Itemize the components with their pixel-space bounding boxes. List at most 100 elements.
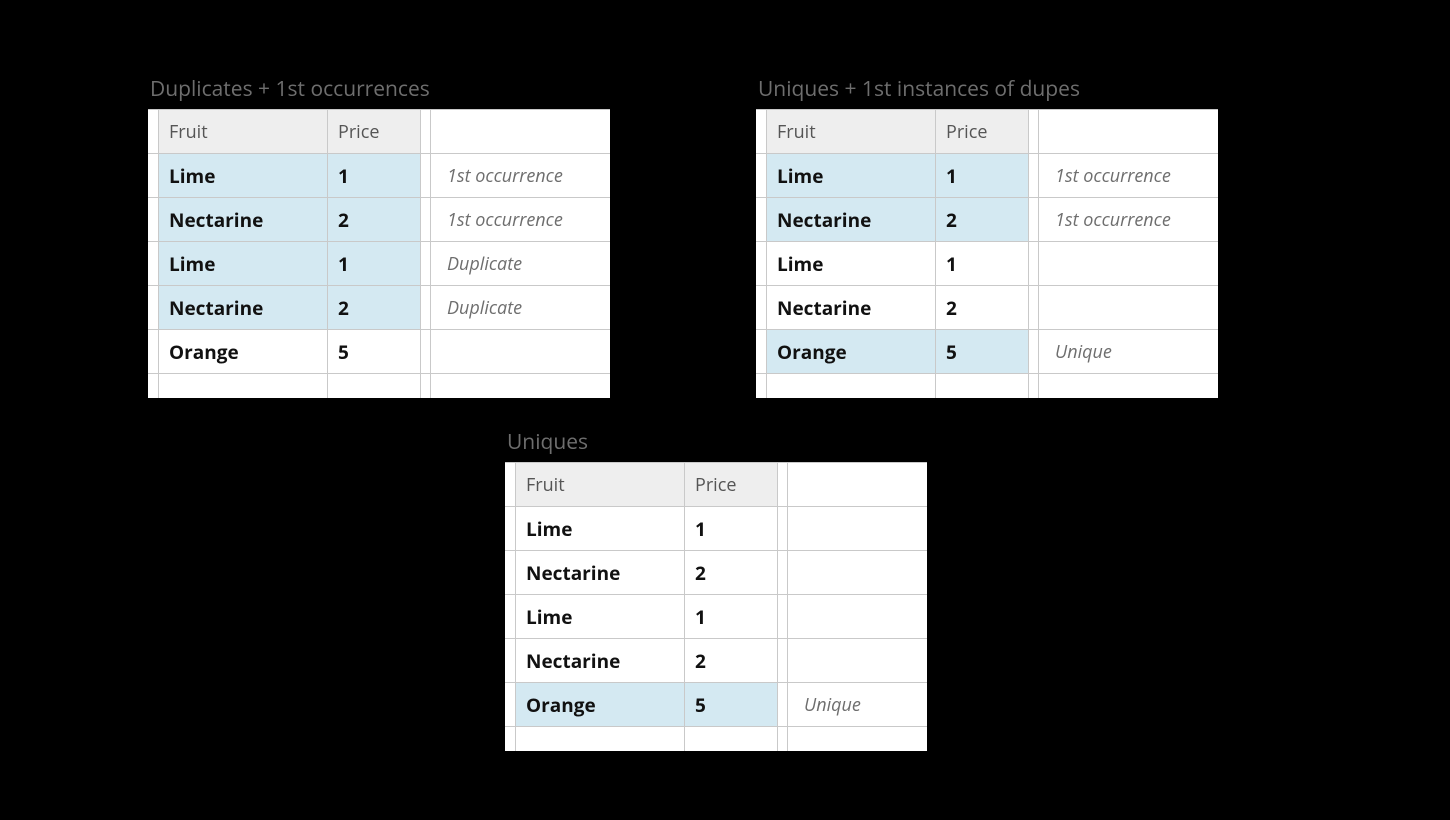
fruit-cell: Lime (158, 242, 327, 286)
price-cell: 1 (684, 507, 777, 551)
header-fruit: Fruit (766, 110, 935, 154)
fruit-cell: Nectarine (766, 286, 935, 330)
price-cell: 2 (327, 286, 420, 330)
note-cell (430, 330, 610, 374)
price-cell: 2 (684, 639, 777, 683)
fruit-cell: Lime (515, 507, 684, 551)
price-cell: 5 (327, 330, 420, 374)
gutter-cell (756, 110, 766, 154)
note-cell (787, 463, 927, 507)
gutter-cell (420, 198, 430, 242)
gutter-cell (515, 727, 684, 751)
gutter-cell (148, 198, 158, 242)
note-cell (787, 595, 927, 639)
gutter-cell (430, 374, 610, 398)
gutter-cell (1028, 330, 1038, 374)
price-cell: 5 (684, 683, 777, 727)
note-cell (787, 507, 927, 551)
gutter-cell (1038, 374, 1218, 398)
fruit-cell: Orange (515, 683, 684, 727)
note-cell: Duplicate (430, 286, 610, 330)
gutter-cell (420, 110, 430, 154)
gutter-cell (756, 330, 766, 374)
gutter-cell (505, 727, 515, 751)
gutter-cell (148, 374, 158, 398)
fruit-cell: Orange (158, 330, 327, 374)
header-fruit: Fruit (515, 463, 684, 507)
price-cell: 1 (935, 154, 1028, 198)
fruit-cell: Nectarine (158, 198, 327, 242)
gutter-cell (766, 374, 935, 398)
fruit-cell: Nectarine (515, 551, 684, 595)
price-cell: 1 (684, 595, 777, 639)
gutter-cell (148, 110, 158, 154)
note-cell: 1st occurrence (430, 198, 610, 242)
gutter-cell (684, 727, 777, 751)
fruit-cell: Nectarine (158, 286, 327, 330)
note-cell: 1st occurrence (1038, 198, 1218, 242)
gutter-cell (420, 286, 430, 330)
gutter-cell (787, 727, 927, 751)
gutter-cell (505, 639, 515, 683)
gutter-cell (1028, 374, 1038, 398)
table-title: Uniques (505, 428, 927, 456)
gutter-cell (148, 242, 158, 286)
spreadsheet-table: FruitPriceLime11st occurrenceNectarine21… (148, 109, 610, 398)
note-cell (1038, 286, 1218, 330)
gutter-cell (777, 507, 787, 551)
gutter-cell (777, 551, 787, 595)
note-cell (430, 110, 610, 154)
gutter-cell (1028, 110, 1038, 154)
gutter-cell (148, 330, 158, 374)
gutter-cell (420, 374, 430, 398)
gutter-cell (420, 330, 430, 374)
gutter-cell (505, 507, 515, 551)
fruit-cell: Lime (766, 242, 935, 286)
gutter-cell (505, 463, 515, 507)
price-cell: 1 (327, 242, 420, 286)
gutter-cell (327, 374, 420, 398)
gutter-cell (756, 374, 766, 398)
gutter-cell (420, 154, 430, 198)
note-cell (787, 551, 927, 595)
fruit-cell: Lime (766, 154, 935, 198)
gutter-cell (148, 286, 158, 330)
price-cell: 2 (327, 198, 420, 242)
gutter-cell (505, 551, 515, 595)
gutter-cell (777, 683, 787, 727)
price-cell: 2 (684, 551, 777, 595)
price-cell: 1 (935, 242, 1028, 286)
table-block-dupes: Duplicates + 1st occurrencesFruitPriceLi… (148, 75, 610, 398)
price-cell: 5 (935, 330, 1028, 374)
note-cell: Unique (787, 683, 927, 727)
price-cell: 2 (935, 286, 1028, 330)
header-price: Price (935, 110, 1028, 154)
gutter-cell (935, 374, 1028, 398)
gutter-cell (1028, 286, 1038, 330)
fruit-cell: Lime (158, 154, 327, 198)
gutter-cell (148, 154, 158, 198)
table-title: Uniques + 1st instances of dupes (756, 75, 1218, 103)
gutter-cell (777, 463, 787, 507)
gutter-cell (158, 374, 327, 398)
gutter-cell (777, 595, 787, 639)
fruit-cell: Orange (766, 330, 935, 374)
gutter-cell (756, 242, 766, 286)
table-block-uniques: UniquesFruitPriceLime1Nectarine2Lime1Nec… (505, 428, 927, 751)
table-title: Duplicates + 1st occurrences (148, 75, 610, 103)
fruit-cell: Lime (515, 595, 684, 639)
price-cell: 2 (935, 198, 1028, 242)
note-cell: Duplicate (430, 242, 610, 286)
note-cell (787, 639, 927, 683)
table-block-uniques-first: Uniques + 1st instances of dupes FruitPri… (756, 75, 1218, 398)
note-cell: 1st occurrence (430, 154, 610, 198)
gutter-cell (505, 683, 515, 727)
note-cell: 1st occurrence (1038, 154, 1218, 198)
gutter-cell (756, 154, 766, 198)
header-price: Price (327, 110, 420, 154)
gutter-cell (777, 639, 787, 683)
gutter-cell (1028, 154, 1038, 198)
note-cell: Unique (1038, 330, 1218, 374)
gutter-cell (756, 286, 766, 330)
gutter-cell (777, 727, 787, 751)
